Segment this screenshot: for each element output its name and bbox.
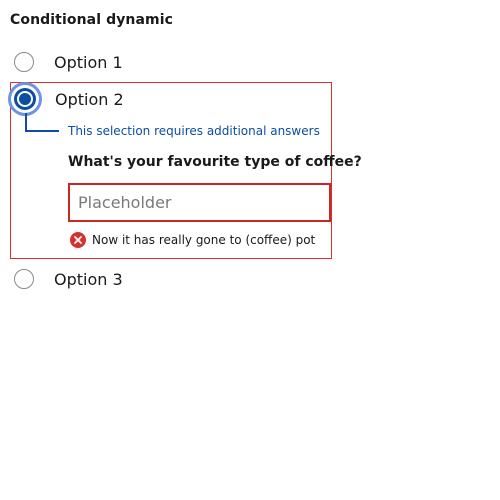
radio-label: Option 2 (55, 89, 124, 109)
group-title: Conditional dynamic (10, 12, 174, 28)
error-text: Now it has really gone to (coffee) pot (92, 233, 316, 247)
conditional-hint: This selection requires additional answe… (68, 124, 320, 138)
coffee-type-input[interactable] (68, 183, 331, 222)
radio-button-unselected[interactable] (14, 52, 34, 72)
radio-group-form: Conditional dynamic Option 1 Option 2 Th… (0, 0, 500, 500)
radio-option-1[interactable]: Option 1 (14, 49, 123, 75)
radio-label: Option 3 (54, 269, 123, 289)
coffee-question-label: What's your favourite type of coffee? (68, 154, 362, 170)
radio-option-2[interactable]: Option 2 (14, 86, 124, 112)
error-message: Now it has really gone to (coffee) pot (70, 232, 315, 248)
error-circle-x-icon (70, 232, 86, 248)
radio-button-selected[interactable] (14, 88, 36, 110)
conditional-connector-line (25, 113, 59, 132)
radio-option-3[interactable]: Option 3 (14, 266, 123, 292)
radio-label: Option 1 (54, 52, 123, 72)
radio-button-unselected[interactable] (14, 269, 34, 289)
